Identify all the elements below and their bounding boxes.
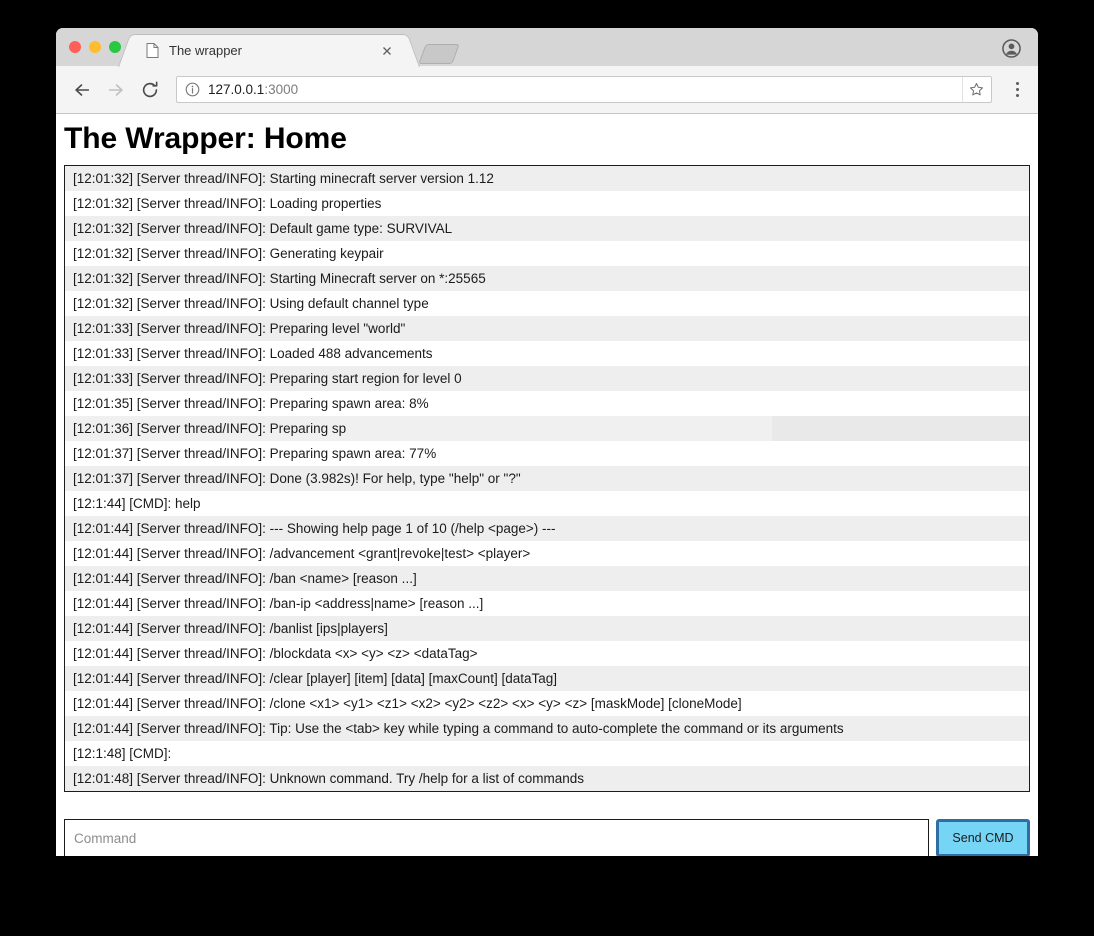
log-row: [12:01:32] [Server thread/INFO]: Generat…	[65, 241, 1029, 266]
spacer	[64, 792, 1030, 819]
log-row: [12:01:33] [Server thread/INFO]: Prepari…	[65, 316, 1029, 341]
profile-avatar-icon[interactable]	[1002, 39, 1021, 58]
window-controls	[69, 41, 121, 53]
tab-strip: The wrapper	[56, 28, 1038, 66]
log-row: [12:01:35] [Server thread/INFO]: Prepari…	[65, 391, 1029, 416]
log-row: [12:01:33] [Server thread/INFO]: Loaded …	[65, 341, 1029, 366]
close-window-button[interactable]	[69, 41, 81, 53]
tab-the-wrapper[interactable]: The wrapper	[134, 34, 404, 66]
close-icon[interactable]	[379, 43, 395, 59]
log-row: [12:01:48] [Server thread/INFO]: Unknown…	[65, 766, 1029, 791]
url-port: :3000	[264, 82, 299, 97]
maximize-window-button[interactable]	[109, 41, 121, 53]
log-row: [12:01:44] [Server thread/INFO]: /ban <n…	[65, 566, 1029, 591]
send-cmd-button[interactable]: Send CMD	[936, 819, 1030, 856]
url-text: 127.0.0.1:3000	[208, 82, 962, 97]
browser-window: The wrapper 127.0.0.1:3000 The Wrapper: …	[56, 28, 1038, 856]
log-row: [12:1:44] [CMD]: help	[65, 491, 1029, 516]
log-row: [12:01:32] [Server thread/INFO]: Startin…	[65, 266, 1029, 291]
page-viewport: The Wrapper: Home [12:01:32] [Server thr…	[56, 114, 1038, 856]
log-row: [12:01:44] [Server thread/INFO]: /blockd…	[65, 641, 1029, 666]
log-row: [12:01:44] [Server thread/INFO]: /clear …	[65, 666, 1029, 691]
info-circle-icon[interactable]	[185, 82, 200, 97]
log-row: [12:01:44] [Server thread/INFO]: /clone …	[65, 691, 1029, 716]
log-row: [12:01:32] [Server thread/INFO]: Startin…	[65, 166, 1029, 191]
reload-icon[interactable]	[136, 76, 164, 104]
command-bar: Send CMD	[64, 819, 1030, 856]
log-row: [12:01:44] [Server thread/INFO]: /ban-ip…	[65, 591, 1029, 616]
log-row: [12:1:48] [CMD]:	[65, 741, 1029, 766]
log-row: [12:01:36] [Server thread/INFO]: Prepari…	[65, 416, 1029, 441]
browser-toolbar: 127.0.0.1:3000	[56, 66, 1038, 114]
server-console-log: [12:01:32] [Server thread/INFO]: Startin…	[64, 165, 1030, 791]
star-icon[interactable]	[962, 77, 989, 102]
page-title: The Wrapper: Home	[64, 122, 347, 155]
command-input[interactable]	[64, 819, 929, 856]
log-row: [12:01:32] [Server thread/INFO]: Loading…	[65, 191, 1029, 216]
address-bar[interactable]: 127.0.0.1:3000	[176, 76, 992, 103]
minimize-window-button[interactable]	[89, 41, 101, 53]
log-row: [12:01:44] [Server thread/INFO]: /advanc…	[65, 541, 1029, 566]
log-row: [12:01:32] [Server thread/INFO]: Using d…	[65, 291, 1029, 316]
tab-title: The wrapper	[169, 43, 242, 58]
log-row: [12:01:37] [Server thread/INFO]: Done (3…	[65, 466, 1029, 491]
forward-arrow-icon[interactable]	[102, 76, 130, 104]
url-host: 127.0.0.1	[208, 82, 265, 97]
three-dot-menu-icon[interactable]	[1006, 82, 1028, 97]
document-icon	[146, 43, 159, 58]
log-row: [12:01:44] [Server thread/INFO]: /banlis…	[65, 616, 1029, 641]
new-tab-button[interactable]	[418, 44, 460, 64]
log-row: [12:01:33] [Server thread/INFO]: Prepari…	[65, 366, 1029, 391]
log-row: [12:01:44] [Server thread/INFO]: Tip: Us…	[65, 716, 1029, 741]
log-row: [12:01:37] [Server thread/INFO]: Prepari…	[65, 441, 1029, 466]
log-row: [12:01:32] [Server thread/INFO]: Default…	[65, 216, 1029, 241]
back-arrow-icon[interactable]	[68, 76, 96, 104]
log-row: [12:01:44] [Server thread/INFO]: --- Sho…	[65, 516, 1029, 541]
